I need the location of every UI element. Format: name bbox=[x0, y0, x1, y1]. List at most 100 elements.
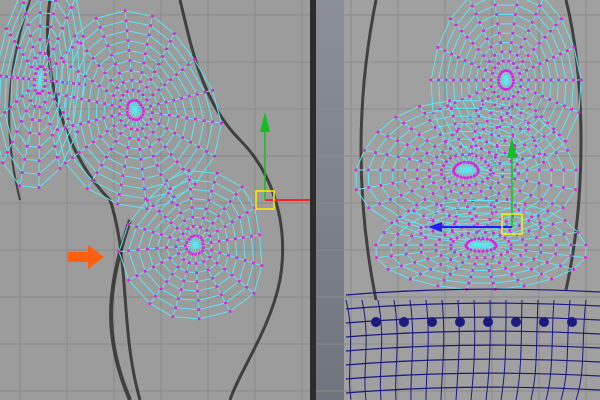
mesh-vertex bbox=[531, 65, 535, 69]
mesh-vertex bbox=[421, 185, 425, 189]
mesh-vertex bbox=[526, 88, 530, 92]
mesh-vertex bbox=[182, 279, 186, 283]
mesh-vertex bbox=[60, 80, 64, 84]
mesh-vertex bbox=[471, 137, 475, 141]
mesh-vertex bbox=[175, 73, 179, 77]
mesh-vertex bbox=[115, 86, 119, 90]
mesh-vertex bbox=[522, 96, 526, 100]
mesh-vertex bbox=[536, 214, 540, 218]
mesh-vertex bbox=[119, 119, 123, 123]
mesh-vertex bbox=[584, 243, 588, 247]
mesh-vertex bbox=[507, 97, 511, 101]
mesh-vertex bbox=[121, 93, 125, 97]
mesh-vertex bbox=[477, 65, 481, 69]
mesh-vertex bbox=[38, 51, 42, 55]
mesh-vertex bbox=[174, 245, 178, 249]
mesh-vertex bbox=[191, 224, 195, 228]
mesh-vertex bbox=[404, 243, 408, 247]
mesh-vertex bbox=[483, 230, 487, 234]
mesh-vertex bbox=[418, 104, 422, 108]
mesh-vertex bbox=[56, 37, 60, 41]
mesh-vertex bbox=[433, 144, 437, 148]
mesh-vertex bbox=[459, 145, 463, 149]
mesh-vertex bbox=[195, 271, 199, 275]
mesh-vertex bbox=[382, 230, 386, 234]
mesh-vertex bbox=[473, 262, 477, 266]
mesh-vertex bbox=[472, 174, 476, 178]
mesh-vertex bbox=[233, 237, 237, 241]
mesh-vertex bbox=[374, 243, 378, 247]
mesh-vertex bbox=[436, 284, 440, 288]
viewport-right[interactable] bbox=[316, 0, 600, 400]
mesh-vertex bbox=[196, 289, 200, 293]
viewport-left[interactable] bbox=[0, 0, 310, 400]
mesh-vertex bbox=[149, 117, 153, 121]
mesh-vertex bbox=[439, 253, 443, 257]
mesh-vertex bbox=[72, 81, 76, 85]
mesh-vertex bbox=[173, 131, 177, 135]
mesh-vertex bbox=[455, 236, 459, 240]
pants-wire-edge bbox=[409, 299, 414, 400]
mesh-vertex bbox=[147, 33, 151, 37]
mesh-vertex bbox=[527, 78, 530, 82]
mesh-vertex bbox=[126, 39, 130, 43]
right-viewport-canvas[interactable] bbox=[316, 0, 600, 400]
belt-rivet bbox=[539, 317, 549, 327]
mesh-vertex bbox=[513, 168, 517, 172]
mesh-vertex bbox=[460, 233, 464, 237]
left-viewport-canvas[interactable] bbox=[0, 0, 310, 400]
mesh-vertex bbox=[126, 103, 130, 107]
mesh-vertex bbox=[124, 155, 128, 159]
mesh-vertex bbox=[473, 130, 477, 134]
mesh-vertex bbox=[409, 127, 413, 131]
mesh-vertex bbox=[34, 72, 38, 76]
mesh-vertex bbox=[475, 230, 479, 234]
mesh-vertex bbox=[451, 239, 455, 243]
mesh-vertex bbox=[37, 159, 41, 163]
mesh-vertex bbox=[207, 198, 211, 202]
mesh-vertex bbox=[473, 237, 477, 241]
mesh-vertex bbox=[41, 65, 45, 69]
mesh-vertex bbox=[24, 12, 28, 16]
mesh-vertex bbox=[25, 144, 29, 148]
mesh-vertex bbox=[61, 110, 65, 114]
mesh-vertex bbox=[137, 138, 141, 142]
mesh-vertex bbox=[465, 35, 469, 39]
mesh-vertex bbox=[570, 107, 574, 111]
mesh-vertex bbox=[513, 203, 517, 207]
mesh-vertex bbox=[495, 13, 499, 17]
mesh-vertex bbox=[179, 211, 183, 215]
mesh-vertex bbox=[33, 104, 37, 108]
mesh-vertex bbox=[546, 121, 550, 125]
mesh-vertex bbox=[495, 144, 499, 148]
mesh-vertex bbox=[441, 164, 445, 168]
mesh-vertex bbox=[57, 92, 61, 96]
mesh-vertex bbox=[490, 211, 494, 215]
mesh-vertex bbox=[438, 133, 442, 137]
mesh-vertex bbox=[9, 105, 13, 109]
mesh-vertex bbox=[430, 161, 434, 165]
mesh-vertex bbox=[40, 89, 44, 93]
mesh-vertex bbox=[386, 267, 390, 271]
mesh-vertex bbox=[441, 150, 445, 154]
mesh-vertex bbox=[399, 193, 403, 197]
mesh-vertex bbox=[55, 80, 59, 84]
mesh-vertex bbox=[509, 247, 513, 251]
mesh-vertex bbox=[471, 41, 475, 45]
mesh-vertex bbox=[424, 236, 428, 240]
mesh-vertex bbox=[552, 130, 556, 134]
mesh-vertex bbox=[503, 69, 507, 73]
mesh-vertex bbox=[532, 47, 536, 51]
mesh-vertex bbox=[539, 250, 543, 254]
mesh-vertex bbox=[211, 88, 215, 92]
mesh-vertex bbox=[367, 186, 371, 190]
mesh-vertex bbox=[25, 59, 29, 63]
mesh-vertex bbox=[527, 127, 530, 131]
pants-wire-edge bbox=[345, 344, 600, 352]
mesh-vertex bbox=[460, 153, 464, 157]
mesh-vertex bbox=[427, 168, 431, 172]
mesh-vertex bbox=[160, 261, 164, 265]
pants-wire-edge bbox=[345, 316, 600, 324]
mesh-vertex bbox=[202, 260, 206, 264]
mesh-vertex bbox=[539, 243, 543, 247]
